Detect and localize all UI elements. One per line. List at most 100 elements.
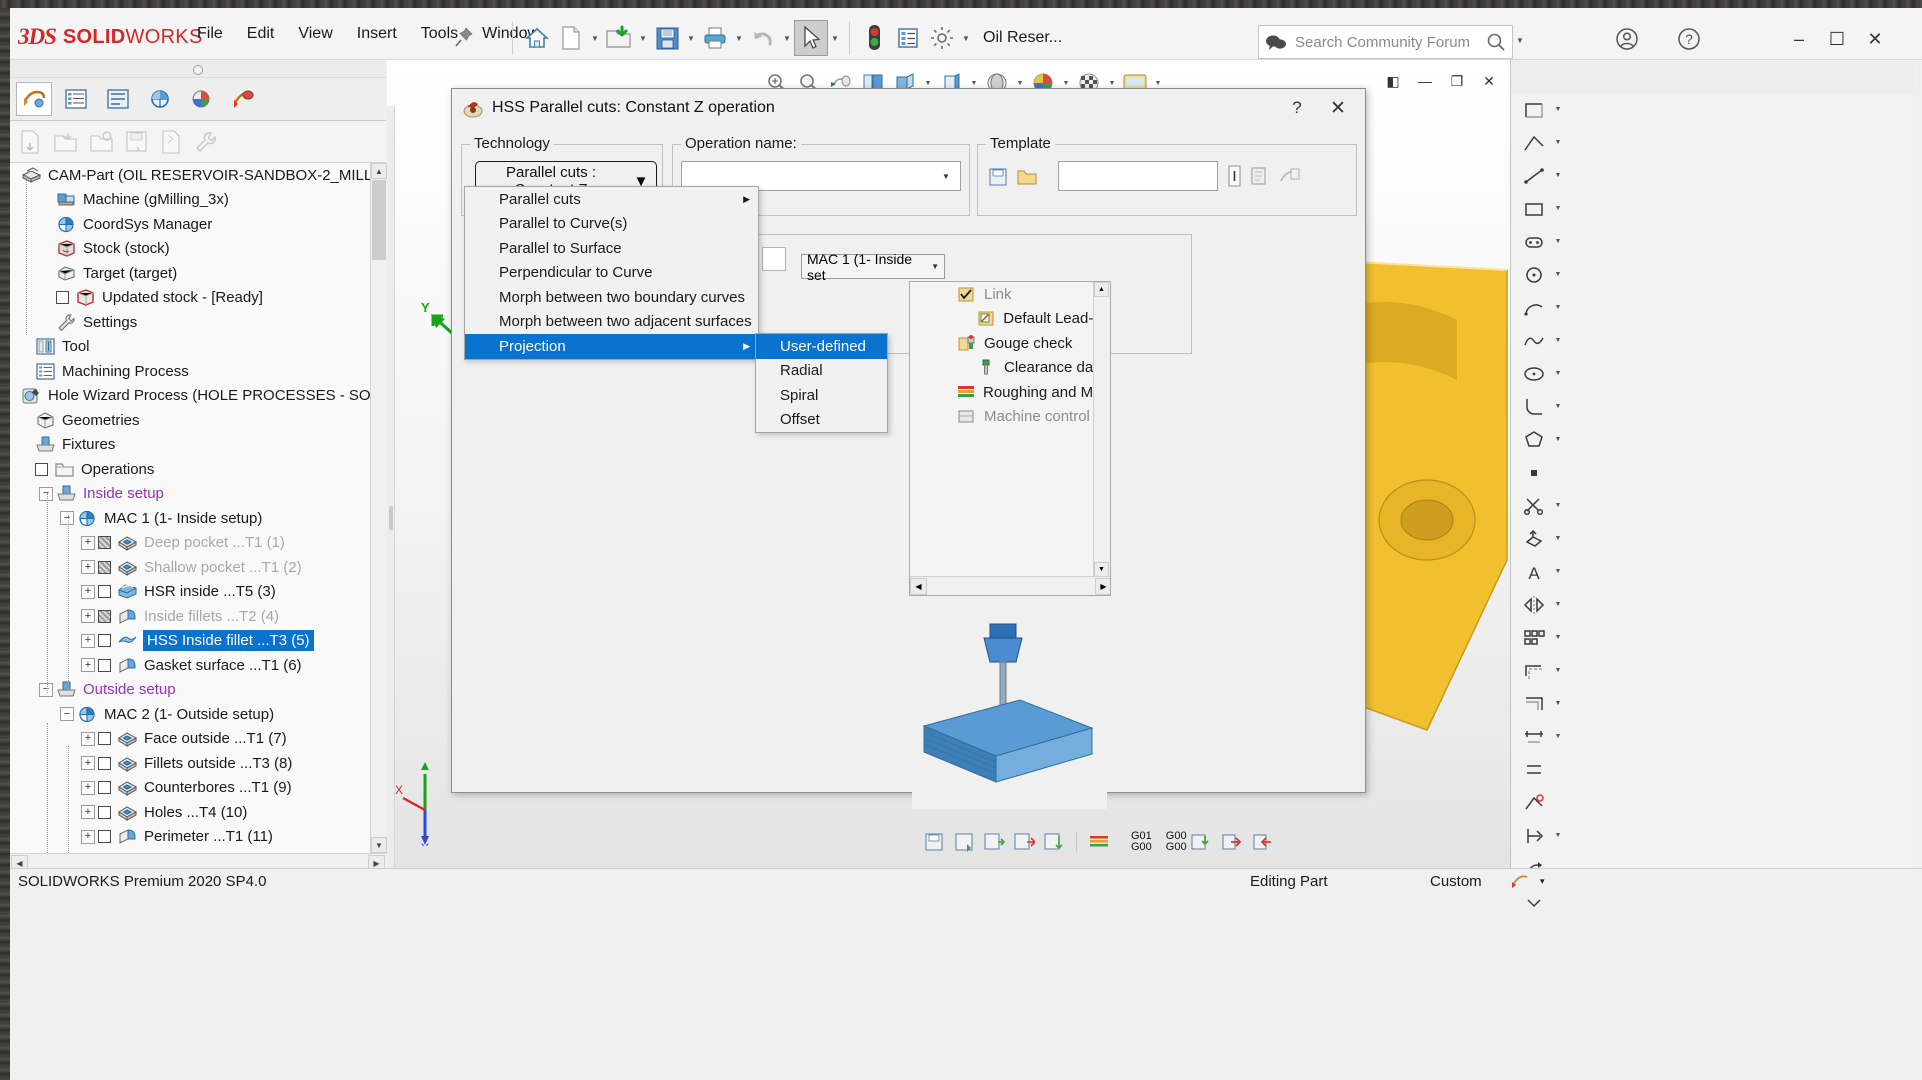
tree-expander-plus-icon[interactable]: + xyxy=(81,658,95,673)
save-operation-icon[interactable] xyxy=(922,831,946,853)
projection-submenu[interactable]: User-defined Radial Spiral Offset xyxy=(755,333,888,433)
tree-checkbox[interactable] xyxy=(98,658,111,672)
calculate-icon[interactable] xyxy=(982,831,1006,853)
tree-row[interactable]: Tool xyxy=(10,335,370,360)
tree-row[interactable]: − MAC 2 (1- Outside setup) xyxy=(10,702,370,727)
print-dropdown-icon[interactable]: ▼ xyxy=(732,20,746,56)
print-icon[interactable] xyxy=(698,20,732,56)
technology-dropdown-menu[interactable]: Parallel cuts ▶ Parallel to Curve(s) Parall… xyxy=(464,186,759,360)
pin-icon[interactable] xyxy=(453,26,475,48)
circle-dropdown-icon[interactable]: ▼ xyxy=(1551,260,1565,290)
tree-row[interactable]: + Deep pocket ...T1 (1) xyxy=(10,531,370,556)
projection-submenu-item[interactable]: Spiral xyxy=(756,383,887,408)
menu-edit[interactable]: Edit xyxy=(235,20,287,48)
tree-expander-minus-icon[interactable]: − xyxy=(60,707,74,722)
mirror-icon[interactable] xyxy=(1517,590,1551,620)
tree-row[interactable]: Target (target) xyxy=(10,261,370,286)
dialog-scroll-up-arrow-icon[interactable]: ▲ xyxy=(1094,282,1109,297)
cam-feature-tree[interactable]: CAM-Part (OIL RESERVOIR-SANDBOX-2_MILLIN… xyxy=(10,163,370,853)
tree-expander-plus-icon[interactable]: + xyxy=(81,584,95,599)
offset-entities-icon[interactable] xyxy=(1517,656,1551,686)
tab-property-manager[interactable] xyxy=(100,82,136,116)
panel-grip-handle[interactable] xyxy=(10,60,386,78)
open-part-icon[interactable] xyxy=(52,129,78,155)
tab-camworks-operations[interactable] xyxy=(226,82,262,116)
tree-checkbox[interactable] xyxy=(56,291,69,305)
select-dropdown-icon[interactable]: ▼ xyxy=(828,20,842,56)
technology-menu-item[interactable]: Projection ▶ xyxy=(465,334,758,359)
tree-expander-plus-icon[interactable]: + xyxy=(81,780,95,795)
mac-select-combobox[interactable]: MAC 1 (1- Inside set ▼ xyxy=(801,251,945,283)
menu-insert[interactable]: Insert xyxy=(345,20,409,48)
dimension-dropdown-icon[interactable]: ▼ xyxy=(1551,722,1565,752)
dialog-tree-row[interactable]: Roughing and More xyxy=(910,380,1110,405)
linear-pattern-dropdown-icon[interactable]: ▼ xyxy=(1551,623,1565,653)
tree-expander-plus-icon[interactable]: + xyxy=(81,535,95,550)
close-window-icon[interactable]: ✕ xyxy=(1474,68,1504,94)
dialog-tree-vertical-scrollbar[interactable]: ▲ ▼ xyxy=(1093,282,1110,577)
status-rebuild-icon[interactable] xyxy=(1510,871,1532,891)
save-as-icon[interactable] xyxy=(952,831,976,853)
help-question-icon[interactable]: ? xyxy=(1670,24,1708,54)
user-account-icon[interactable] xyxy=(1608,24,1646,54)
dialog-tree-row[interactable]: Default Lead-In/ xyxy=(910,307,1110,332)
next-icon[interactable] xyxy=(1220,831,1244,853)
minimize-window-icon[interactable]: — xyxy=(1410,68,1440,94)
tree-row[interactable]: + HSR inside ...T5 (3) xyxy=(10,580,370,605)
params-placeholder-box[interactable] xyxy=(762,247,786,271)
corner-rect-dropdown-icon[interactable]: ▼ xyxy=(1551,95,1565,125)
tree-row[interactable]: − Inside setup xyxy=(10,482,370,507)
spline-icon[interactable] xyxy=(1517,326,1551,356)
save-icon[interactable] xyxy=(650,20,684,56)
tree-row[interactable]: Operations xyxy=(10,457,370,482)
tree-row[interactable]: Hole Wizard Process (HOLE PROCESSES - SO… xyxy=(10,384,370,409)
tree-checkbox[interactable] xyxy=(98,830,111,844)
new-part-icon[interactable] xyxy=(18,129,42,155)
tree-checkbox[interactable] xyxy=(98,756,111,770)
dialog-help-button[interactable]: ? xyxy=(1283,95,1311,121)
open-folder-icon[interactable] xyxy=(602,20,636,56)
menu-view[interactable]: View xyxy=(286,20,344,48)
undo-icon[interactable] xyxy=(746,20,780,56)
status-units-label[interactable]: Custom xyxy=(1430,873,1482,890)
tree-checkbox[interactable] xyxy=(98,805,111,819)
text-dropdown-icon[interactable]: ▼ xyxy=(1551,557,1565,587)
technology-menu-item[interactable]: Morph between two boundary curves xyxy=(465,285,758,310)
projection-submenu-item[interactable]: Radial xyxy=(756,359,887,384)
projection-submenu-item[interactable]: Offset xyxy=(756,408,887,433)
tree-row[interactable]: + Shallow pocket ...T1 (2) xyxy=(10,555,370,580)
tree-expander-plus-icon[interactable]: + xyxy=(81,805,95,820)
dialog-tree-horizontal-scrollbar[interactable]: ◀ ▶ xyxy=(910,576,1110,595)
tree-checkbox-checked[interactable] xyxy=(98,560,111,574)
new-document-dropdown-icon[interactable]: ▼ xyxy=(588,20,602,56)
minimize-button[interactable]: – xyxy=(1780,24,1818,54)
tree-row[interactable]: Updated stock - [Ready] xyxy=(10,286,370,311)
search-magnifier-icon[interactable] xyxy=(1486,32,1506,52)
tab-camworks-feature-tree[interactable] xyxy=(16,82,52,116)
maximize-window-icon[interactable]: ❐ xyxy=(1442,68,1472,94)
tree-checkbox[interactable] xyxy=(98,634,111,648)
graphics-splitter-handle[interactable] xyxy=(387,106,395,868)
display-list-icon[interactable] xyxy=(891,20,925,56)
template-save-icon[interactable] xyxy=(988,167,1008,187)
tree-expander-minus-icon[interactable]: − xyxy=(60,511,74,526)
tool-path-icon[interactable] xyxy=(1087,831,1111,853)
undo-dropdown-icon[interactable]: ▼ xyxy=(780,20,794,56)
trim-icon[interactable] xyxy=(1517,491,1551,521)
dialog-tree-row[interactable]: Clearance data xyxy=(910,356,1110,381)
settings-wrench-icon[interactable] xyxy=(193,130,219,154)
tree-row[interactable]: Fixtures xyxy=(10,433,370,458)
tree-expander-plus-icon[interactable]: + xyxy=(81,756,95,771)
text-icon[interactable]: A xyxy=(1517,557,1551,587)
tree-row[interactable]: + Inside fillets ...T2 (4) xyxy=(10,604,370,629)
tree-expander-minus-icon[interactable]: − xyxy=(39,682,53,697)
menu-file[interactable]: File xyxy=(185,20,235,48)
arc-icon[interactable] xyxy=(1517,293,1551,323)
dialog-title-bar[interactable]: HSS Parallel cuts: Constant Z operation … xyxy=(452,89,1365,127)
exit-icon[interactable] xyxy=(1251,831,1275,853)
home-icon[interactable] xyxy=(520,20,554,56)
dialog-scroll-down-arrow-icon[interactable]: ▼ xyxy=(1094,562,1109,577)
tree-row[interactable]: − Outside setup xyxy=(10,678,370,703)
tree-expander-plus-icon[interactable]: + xyxy=(81,560,95,575)
fillet-sketch-dropdown-icon[interactable]: ▼ xyxy=(1551,392,1565,422)
